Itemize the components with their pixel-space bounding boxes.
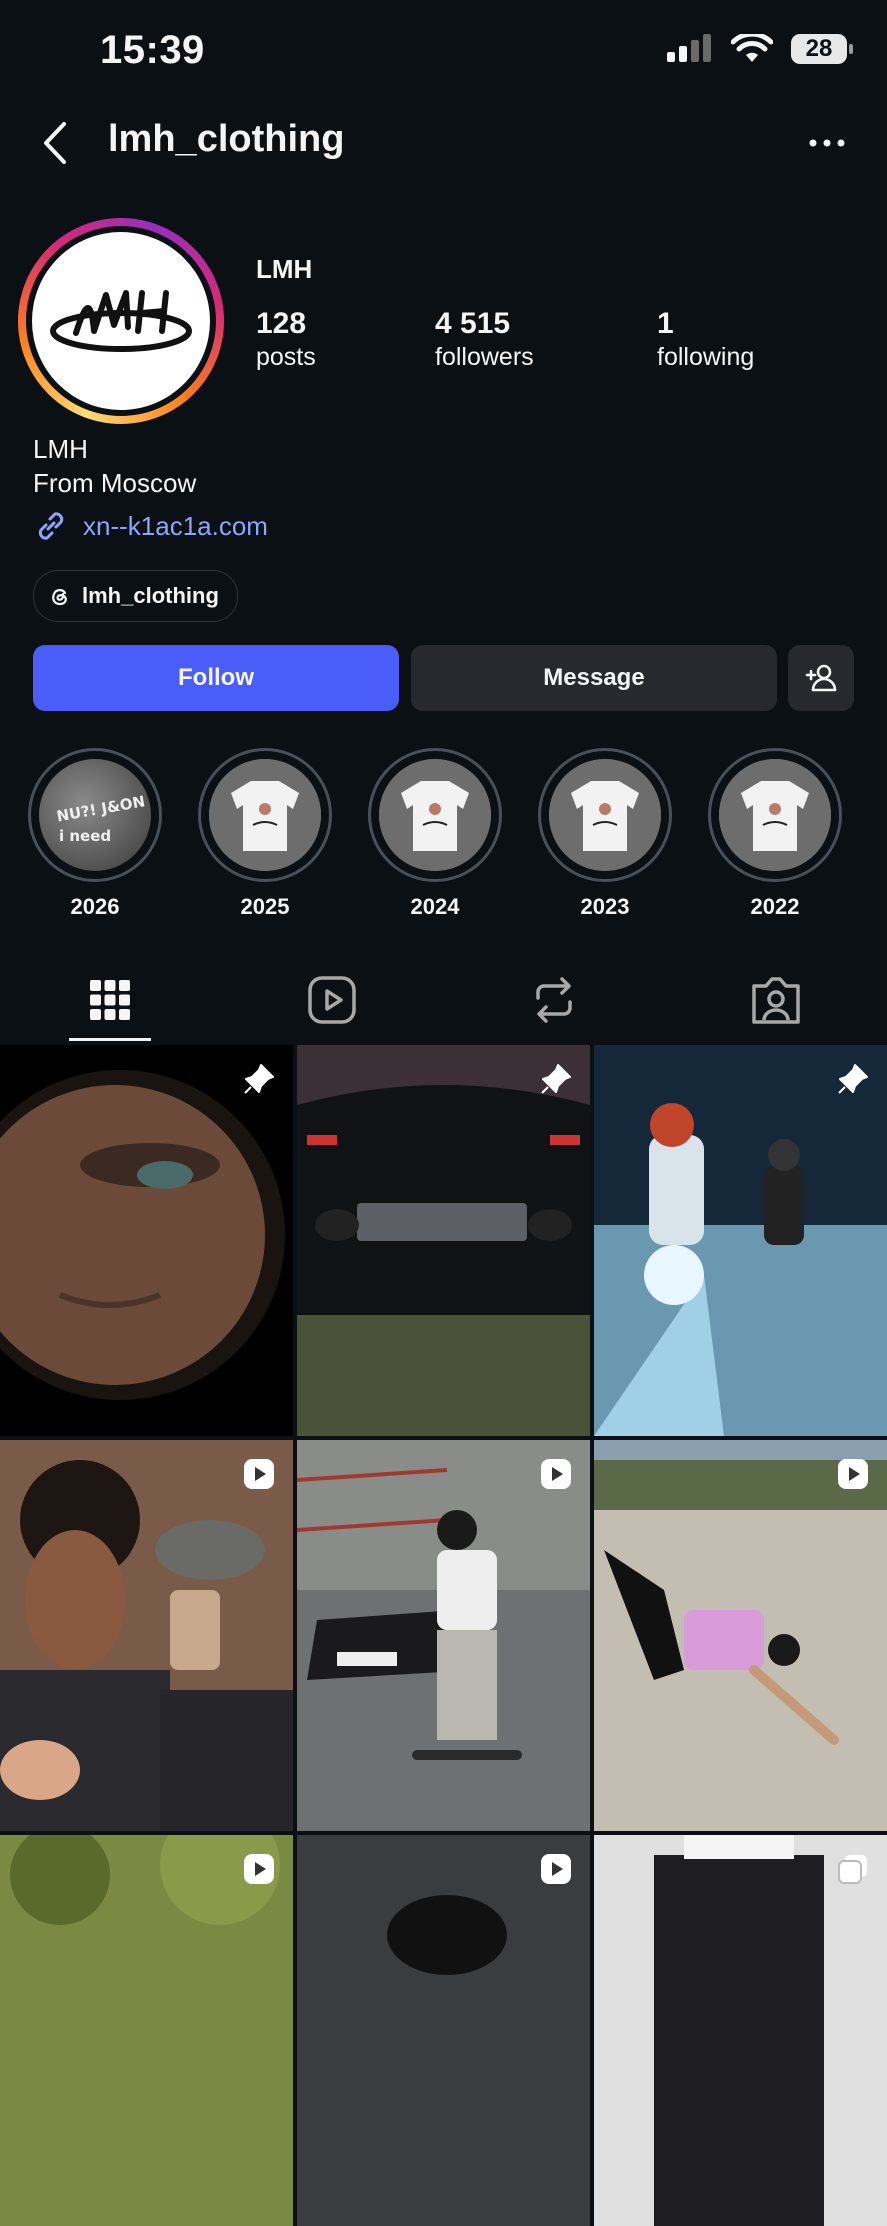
post-thumbnail[interactable] xyxy=(594,1835,887,2226)
post-thumbnail[interactable] xyxy=(297,1440,590,1831)
message-button[interactable]: Message xyxy=(411,645,777,711)
highlight-label: 2024 xyxy=(410,894,460,919)
bio-text: From Moscow xyxy=(33,468,197,498)
following-count: 1 xyxy=(657,307,674,340)
highlight-label: 2026 xyxy=(70,894,120,919)
reel-play-icon xyxy=(541,1459,571,1489)
more-options-icon[interactable] xyxy=(807,128,847,158)
post-thumbnail[interactable] xyxy=(297,1835,590,2226)
link-icon xyxy=(38,512,64,540)
tagged-icon[interactable] xyxy=(746,970,806,1030)
following-label: following xyxy=(657,343,755,371)
highlight-label: 2025 xyxy=(240,894,290,919)
wifi-icon xyxy=(731,34,773,62)
follow-button[interactable]: Follow xyxy=(33,645,399,711)
post-thumbnail[interactable] xyxy=(594,1440,887,1831)
grid-icon[interactable] xyxy=(80,970,140,1030)
reels-icon[interactable] xyxy=(302,970,362,1030)
highlight-cover xyxy=(719,759,831,871)
posts-label: posts xyxy=(256,343,316,371)
highlight-cover xyxy=(209,759,321,871)
active-tab-indicator xyxy=(69,1038,151,1041)
carousel-icon xyxy=(838,1855,867,1884)
threads-icon xyxy=(52,589,67,606)
battery-level: 28 xyxy=(805,35,833,62)
bio-name: LMH xyxy=(33,434,88,464)
highlight-item[interactable]: 2023 xyxy=(538,748,672,920)
back-icon[interactable] xyxy=(36,118,76,168)
svg-text:i need: i need xyxy=(59,827,111,845)
avatar xyxy=(32,232,210,410)
reposts-icon[interactable] xyxy=(524,970,584,1030)
pin-icon xyxy=(244,1064,274,1094)
lmh-logo-icon xyxy=(50,290,192,352)
pin-icon xyxy=(541,1064,571,1094)
website-link[interactable]: xn--k1ac1a.com xyxy=(33,508,268,544)
profile-display-name: LMH xyxy=(256,254,313,284)
reel-play-icon xyxy=(541,1854,571,1884)
pin-icon xyxy=(838,1064,868,1094)
highlight-cover xyxy=(549,759,661,871)
status-time: 15:39 xyxy=(100,28,205,72)
highlight-item[interactable]: 2024 xyxy=(368,748,502,920)
followers-label: followers xyxy=(435,343,534,371)
avatar-story-ring[interactable] xyxy=(18,218,224,424)
svg-text:NU?! J&ON: NU?! J&ON xyxy=(55,792,146,825)
suggested-users-button[interactable] xyxy=(788,645,854,711)
followers-stat[interactable]: 4 515 followers xyxy=(435,306,534,372)
highlight-cover xyxy=(379,759,491,871)
following-stat[interactable]: 1 following xyxy=(657,306,754,372)
posts-stat[interactable]: 128 posts xyxy=(256,306,316,372)
page-title: lmh_clothing xyxy=(108,118,345,160)
threads-badge[interactable]: lmh_clothing xyxy=(33,570,238,622)
reel-play-icon xyxy=(244,1854,274,1884)
reel-play-icon xyxy=(244,1459,274,1489)
add-person-icon xyxy=(805,664,837,692)
highlight-item[interactable]: 2025 xyxy=(198,748,332,920)
followers-count: 4 515 xyxy=(435,307,511,340)
status-icons: 28 xyxy=(667,34,853,64)
highlight-label: 2022 xyxy=(750,894,800,919)
website-link-text: xn--k1ac1a.com xyxy=(83,510,268,541)
battery-icon: 28 xyxy=(791,34,853,64)
posts-count: 128 xyxy=(256,307,307,340)
post-thumbnail[interactable] xyxy=(594,1045,887,1436)
post-thumbnail[interactable] xyxy=(0,1440,293,1831)
post-thumbnail[interactable] xyxy=(297,1045,590,1436)
highlight-item[interactable]: 2022 xyxy=(708,748,842,920)
cellular-signal-icon xyxy=(667,34,711,62)
threads-handle: lmh_clothing xyxy=(82,583,219,608)
post-thumbnail[interactable] xyxy=(0,1835,293,2226)
post-thumbnail[interactable] xyxy=(0,1045,293,1436)
highlight-label: 2023 xyxy=(580,894,630,919)
reel-play-icon xyxy=(838,1459,868,1489)
highlight-cover: NU?! J&ON i need xyxy=(39,759,151,871)
highlight-item[interactable]: NU?! J&ON i need 2026 xyxy=(28,748,162,920)
